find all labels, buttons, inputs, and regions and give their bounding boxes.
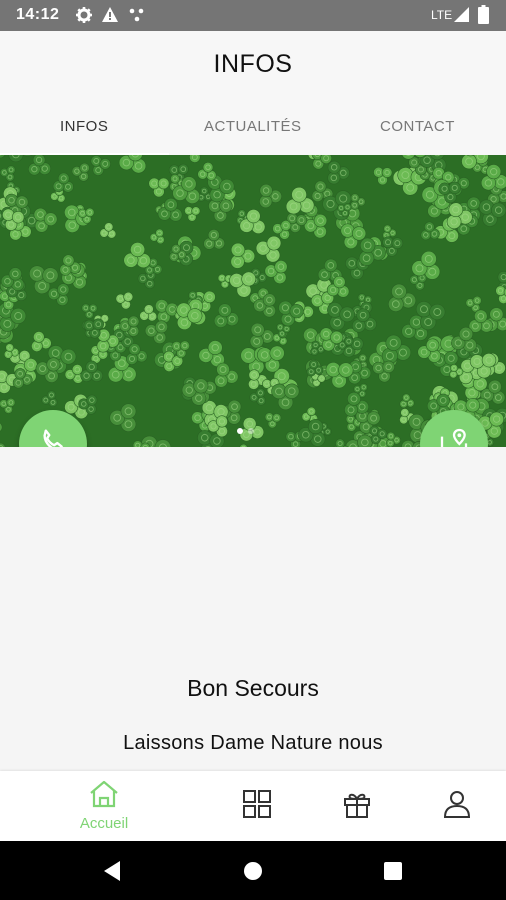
carousel-dot-active (237, 428, 243, 434)
home-icon (88, 780, 120, 813)
recents-icon[interactable] (384, 862, 402, 885)
hero-image[interactable] (0, 155, 506, 447)
settings-icon (75, 6, 93, 29)
nav-gifts[interactable] (332, 771, 382, 841)
battery-icon (478, 5, 489, 29)
cell-signal-icon (454, 7, 469, 27)
tab-infos[interactable]: INFOS (60, 118, 108, 135)
alert-icon (101, 6, 119, 28)
nav-catalog[interactable] (232, 771, 282, 841)
bottom-nav: Accueil (0, 771, 506, 841)
nav-accueil-label: Accueil (79, 815, 129, 832)
nav-profile[interactable] (432, 771, 482, 841)
grid-icon (242, 789, 272, 824)
clover-image (0, 155, 506, 447)
home-circle-icon[interactable] (243, 861, 263, 886)
carousel-dot (248, 428, 254, 434)
back-icon[interactable] (102, 860, 122, 887)
content-area: Bon Secours Laissons Dame Nature nous (0, 447, 506, 771)
page-title: INFOS (213, 50, 293, 78)
system-nav-bar (0, 841, 506, 900)
status-bar: 14:12 LTE (0, 0, 506, 31)
place-name: Bon Secours (187, 675, 319, 701)
user-icon (442, 789, 472, 824)
tab-contact[interactable]: CONTACT (380, 118, 455, 135)
status-time: 14:12 (16, 6, 60, 23)
tab-actualites[interactable]: ACTUALITÉS (204, 118, 302, 135)
nav-accueil[interactable]: Accueil (64, 771, 144, 841)
gift-icon (342, 789, 372, 824)
app-header: INFOS INFOS ACTUALITÉS CONTACT (0, 31, 506, 155)
description-text: Laissons Dame Nature nous (123, 732, 383, 754)
signal-dots-icon (128, 6, 146, 29)
network-type: LTE (431, 8, 453, 22)
